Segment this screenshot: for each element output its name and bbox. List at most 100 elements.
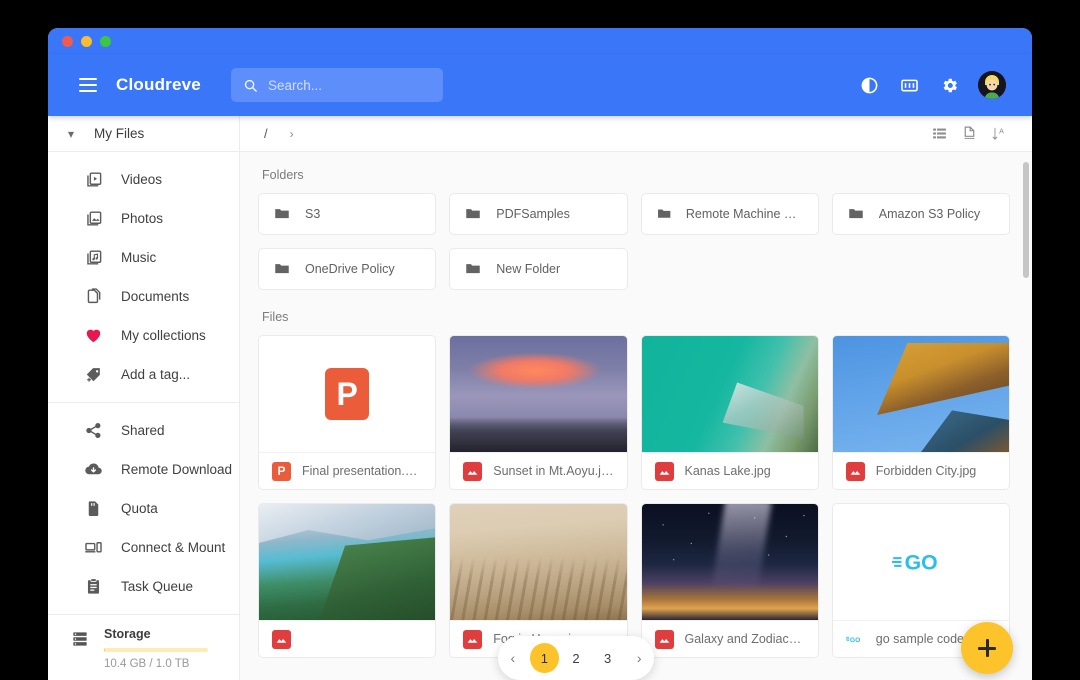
plus-icon — [978, 639, 996, 657]
sidebar-item-task-queue[interactable]: Task Queue — [48, 567, 239, 606]
video-library-icon — [84, 170, 103, 189]
sidebar-item-videos[interactable]: Videos — [48, 160, 239, 199]
folder-icon — [657, 209, 670, 218]
image-badge-icon — [845, 461, 865, 481]
app-brand-title: Cloudreve — [116, 75, 201, 94]
sidebar-item-remote-download[interactable]: Remote Download — [48, 450, 239, 489]
folder-name: S3 — [305, 207, 321, 221]
folder-icon — [275, 264, 289, 274]
file-card[interactable]: Sunset in Mt.Aoyu.jpg — [449, 335, 628, 490]
sd-card-icon — [84, 499, 103, 518]
folders-section-label: Folders — [262, 168, 304, 182]
file-card[interactable]: Galaxy and Zodiacal ... — [640, 503, 819, 658]
pagination-next-button[interactable]: › — [624, 643, 654, 673]
list-view-icon[interactable] — [924, 119, 954, 149]
image-badge-icon — [654, 629, 674, 649]
file-card[interactable]: Fog in Hemu.jpg — [449, 503, 628, 658]
sidebar-item-photos[interactable]: Photos — [48, 199, 239, 238]
file-card[interactable]: Forbidden City.jpg — [831, 335, 1010, 490]
file-browser-content: Folders S3 PDFSamples Remote Machine Pol… — [240, 152, 1032, 680]
folder-card[interactable]: OneDrive Policy — [258, 248, 437, 290]
breadcrumb-root[interactable]: / — [264, 126, 268, 141]
folder-card[interactable]: PDFSamples — [449, 193, 628, 235]
sidebar: ▾ My Files Videos Photos Music Documents… — [48, 116, 240, 680]
file-card[interactable] — [258, 503, 437, 658]
sidebar-item-label: Quota — [121, 501, 158, 516]
gear-icon[interactable] — [932, 68, 966, 102]
file-grid: P P Final presentation.pp... Sunset in M… — [258, 335, 1010, 658]
storage-summary[interactable]: Storage 10.4 GB / 1.0 TB — [48, 614, 239, 680]
user-avatar[interactable] — [978, 71, 1006, 99]
tag-add-icon — [84, 365, 103, 384]
image-badge-icon — [463, 461, 483, 481]
folder-card[interactable]: Remote Machine Poli... — [640, 193, 819, 235]
folder-card[interactable]: Amazon S3 Policy — [831, 193, 1010, 235]
main-panel: / › A Folders S3 PDFSamples Remote Machi… — [240, 116, 1032, 680]
pagination-page-2[interactable]: 2 — [561, 643, 591, 673]
window-maximize-button[interactable] — [100, 35, 111, 47]
folder-grid: S3 PDFSamples Remote Machine Poli... Ama… — [258, 193, 1010, 290]
breadcrumb: / › — [264, 126, 294, 141]
sidebar-item-connect-and-mount[interactable]: Connect & Mount — [48, 528, 239, 567]
sidebar-item-shared[interactable]: Shared — [48, 411, 239, 450]
sidebar-item-add-a-tag[interactable]: Add a tag... — [48, 355, 239, 394]
scrollbar-thumb[interactable] — [1023, 162, 1029, 278]
sidebar-item-label: My collections — [121, 328, 206, 343]
folder-card[interactable]: New Folder — [449, 248, 628, 290]
sidebar-item-label: Add a tag... — [121, 367, 191, 382]
folder-name: PDFSamples — [496, 207, 570, 221]
file-thumbnail: P — [259, 336, 436, 453]
storage-progress-bar — [104, 648, 208, 652]
search-box[interactable] — [230, 68, 443, 102]
file-meta — [259, 620, 436, 657]
file-name: Kanas Lake.jpg — [684, 464, 771, 479]
pagination-prev-button[interactable]: ‹ — [498, 643, 528, 673]
file-card[interactable]: Kanas Lake.jpg — [640, 335, 819, 490]
dark-mode-icon[interactable] — [852, 68, 886, 102]
pagination-page-3[interactable]: 3 — [593, 643, 623, 673]
file-name: Galaxy and Zodiacal ... — [684, 632, 805, 647]
breadcrumb-chevron[interactable]: › — [290, 127, 294, 141]
sidebar-header-my-files[interactable]: ▾ My Files — [48, 116, 239, 152]
folder-icon — [275, 209, 289, 219]
share-icon — [84, 421, 103, 440]
svg-text:GO: GO — [850, 637, 860, 644]
sidebar-item-music[interactable]: Music — [48, 238, 239, 277]
hamburger-icon[interactable] — [72, 69, 104, 101]
sidebar-item-label: Videos — [121, 172, 163, 187]
sidebar-item-label: Task Queue — [121, 579, 194, 594]
devices-icon — [84, 538, 103, 557]
pagination-page-1[interactable]: 1 — [529, 643, 560, 673]
file-thumbnail — [450, 504, 627, 621]
sidebar-item-my-collections[interactable]: My collections — [48, 316, 239, 355]
file-name: Sunset in Mt.Aoyu.jpg — [493, 464, 614, 479]
search-input[interactable] — [267, 77, 431, 93]
storage-icon — [70, 629, 90, 649]
file-thumbnail — [832, 336, 1009, 453]
folder-icon — [466, 264, 480, 274]
sort-az-icon[interactable]: A — [984, 119, 1014, 149]
new-file-icon[interactable] — [954, 119, 984, 149]
sidebar-item-documents[interactable]: Documents — [48, 277, 239, 316]
content-scrollbar[interactable] — [1023, 162, 1029, 642]
file-meta: Galaxy and Zodiacal ... — [641, 620, 818, 657]
window-title-bar — [48, 28, 1032, 54]
vip-card-icon[interactable] — [892, 68, 926, 102]
documents-icon — [84, 287, 103, 306]
add-button[interactable] — [961, 622, 1013, 674]
file-meta: Sunset in Mt.Aoyu.jpg — [450, 452, 627, 489]
storage-body: Storage 10.4 GB / 1.0 TB — [104, 627, 223, 670]
chevron-down-icon: ▾ — [68, 126, 75, 141]
folder-name: New Folder — [496, 262, 561, 276]
sidebar-header-label: My Files — [94, 126, 145, 141]
file-card[interactable]: P P Final presentation.pp... — [258, 335, 437, 490]
heart-icon — [84, 326, 103, 345]
folder-card[interactable]: S3 — [258, 193, 437, 235]
sidebar-item-quota[interactable]: Quota — [48, 489, 239, 528]
app-body: ▾ My Files Videos Photos Music Documents… — [48, 116, 1032, 680]
sidebar-group-secondary: Shared Remote Download Quota Connect & M… — [48, 402, 239, 614]
file-name: Forbidden City.jpg — [875, 464, 977, 479]
sidebar-group-primary: Videos Photos Music Documents My collect… — [48, 152, 239, 402]
window-close-button[interactable] — [62, 35, 73, 47]
window-minimize-button[interactable] — [81, 35, 92, 47]
